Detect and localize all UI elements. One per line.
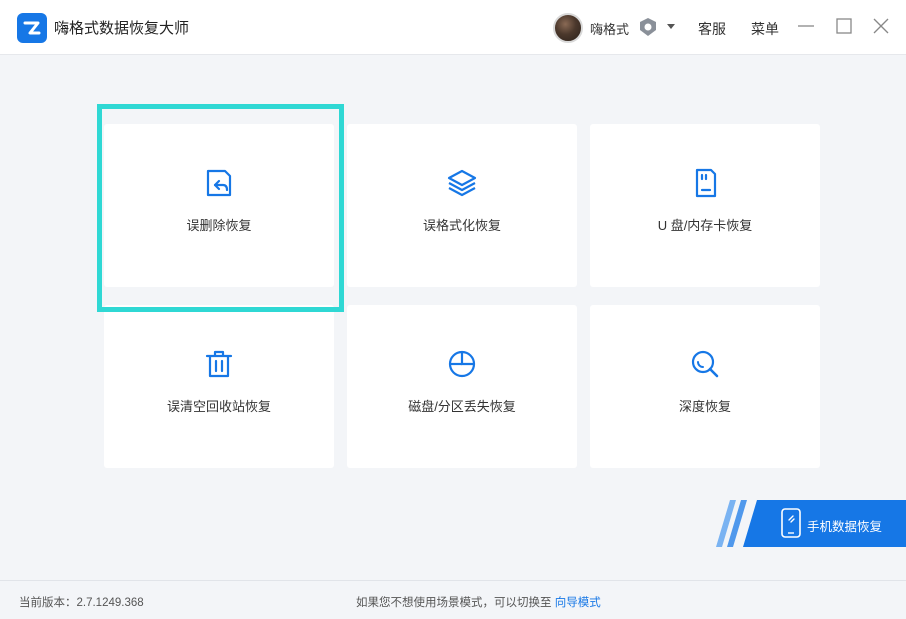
- mode-hint-text: 如果您不想使用场景模式，可以切换至: [356, 597, 552, 609]
- version-text: 当前版本：2.7.1249.368: [19, 597, 144, 609]
- maximize-icon: [836, 18, 852, 34]
- guide-mode-link[interactable]: 向导模式: [555, 597, 601, 609]
- pie-chart-icon: [448, 350, 476, 378]
- card-label: 磁盘/分区丢失恢复: [408, 399, 516, 414]
- close-icon: [873, 18, 889, 34]
- card-label: 误清空回收站恢复: [166, 399, 271, 414]
- card-label: 深度恢复: [678, 399, 731, 414]
- trash-icon: [205, 350, 233, 378]
- card-label: 误删除恢复: [186, 218, 252, 233]
- card-deleted-recovery[interactable]: 误删除恢复: [104, 124, 334, 287]
- app-logo-icon: [17, 13, 47, 43]
- magnifier-icon: [691, 350, 719, 378]
- file-restore-icon: [206, 169, 232, 197]
- menu-button[interactable]: 菜单: [751, 19, 779, 39]
- close-button[interactable]: [870, 15, 892, 37]
- minimize-button[interactable]: [795, 15, 817, 37]
- minimize-icon: [798, 25, 814, 27]
- card-format-recovery[interactable]: 误格式化恢复: [347, 124, 577, 287]
- chevron-down-icon[interactable]: [667, 24, 675, 29]
- card-usb-sd-recovery[interactable]: U 盘/内存卡恢复: [590, 124, 820, 287]
- avatar[interactable]: [553, 13, 583, 43]
- mobile-recovery-label[interactable]: 手机数据恢复: [807, 516, 882, 535]
- layers-icon: [447, 169, 477, 197]
- card-label: U 盘/内存卡恢复: [657, 218, 753, 233]
- card-label: 误格式化恢复: [422, 218, 501, 233]
- app-title: 嗨格式数据恢复大师: [54, 20, 190, 37]
- card-partition-recovery[interactable]: 磁盘/分区丢失恢复: [347, 305, 577, 468]
- username[interactable]: 嗨格式: [590, 19, 629, 38]
- title-bar: 嗨格式数据恢复大师 嗨格式 客服 菜单: [0, 0, 906, 55]
- status-bar: 当前版本：2.7.1249.368 如果您不想使用场景模式，可以切换至 向导模式: [0, 580, 906, 619]
- sd-card-icon: [695, 168, 717, 198]
- mode-hint: 如果您不想使用场景模式，可以切换至 向导模式: [356, 594, 601, 610]
- maximize-button[interactable]: [833, 15, 855, 37]
- card-recycle-bin-recovery[interactable]: 误清空回收站恢复: [104, 305, 334, 468]
- service-button[interactable]: 客服: [698, 19, 726, 39]
- vip-badge-icon: [639, 17, 657, 37]
- card-deep-recovery[interactable]: 深度恢复: [590, 305, 820, 468]
